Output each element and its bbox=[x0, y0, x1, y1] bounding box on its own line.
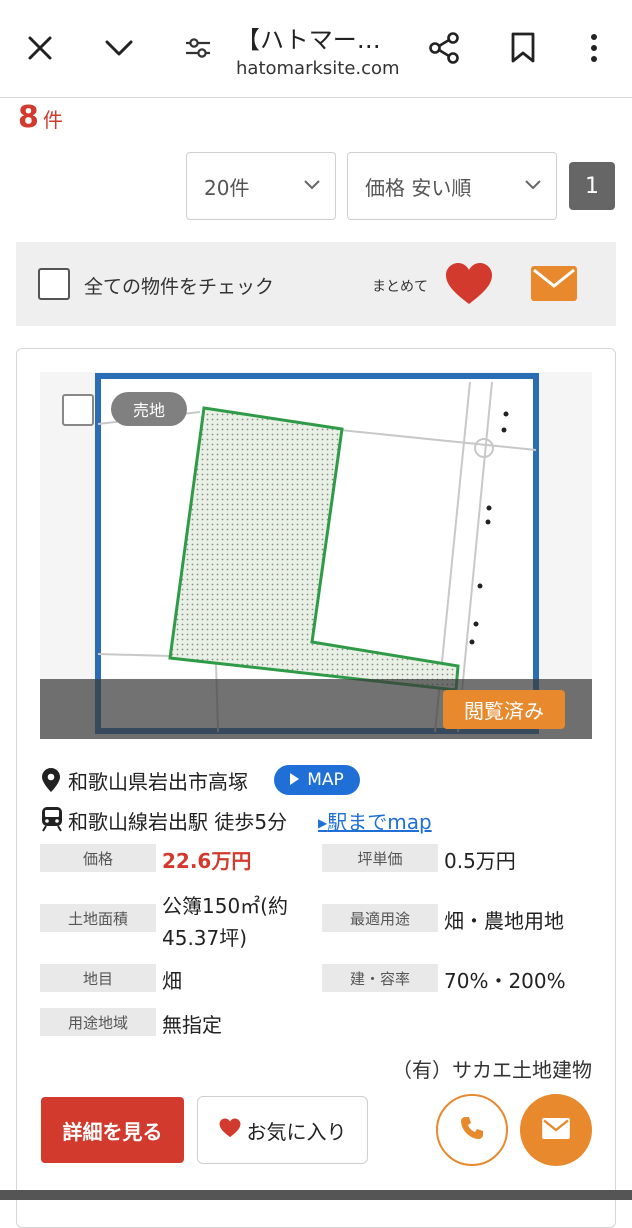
page-url[interactable]: hatomarksite.com bbox=[236, 58, 400, 79]
favorite-button[interactable]: お気に入り bbox=[197, 1096, 368, 1164]
link-triangle-icon: ▶ bbox=[318, 816, 328, 830]
sort-select[interactable]: 価格 安い順 bbox=[347, 152, 557, 220]
per-page-value: 20件 bbox=[204, 175, 250, 200]
next-card-edge bbox=[0, 1190, 632, 1200]
spec-label-zoning: 用途地域 bbox=[40, 1008, 156, 1036]
phone-button[interactable] bbox=[436, 1094, 508, 1166]
browser-toolbar: 【ハトマー… hatomarksite.com bbox=[0, 0, 632, 98]
detail-button[interactable]: 詳細を見る bbox=[41, 1097, 184, 1163]
chevron-down-icon[interactable] bbox=[99, 28, 139, 68]
more-menu-icon[interactable] bbox=[574, 28, 614, 68]
spec-value-building-ratio: 70%・200% bbox=[444, 969, 566, 993]
spec-label-land-area: 土地面積 bbox=[40, 904, 156, 932]
listing-type-badge: 売地 bbox=[111, 392, 187, 426]
result-count-number: 8 bbox=[18, 100, 39, 135]
play-triangle-icon bbox=[290, 770, 300, 790]
spec-value-unit-price: 0.5万円 bbox=[444, 849, 516, 873]
company-name: （有）サカエ土地建物 bbox=[392, 1058, 592, 1082]
phone-icon bbox=[459, 1115, 485, 1145]
viewed-badge: 閲覧済み bbox=[443, 690, 565, 729]
spec-value-land-area-tsubo: 45.37坪) bbox=[162, 926, 248, 950]
check-all-label: 全ての物件をチェック bbox=[84, 276, 275, 298]
spec-value-land-area: 公簿150㎡(約 bbox=[162, 894, 288, 918]
sort-value: 価格 安い順 bbox=[365, 175, 472, 200]
spec-label-land-category: 地目 bbox=[40, 964, 156, 992]
station-map-link-label: 駅までmap bbox=[327, 810, 432, 834]
spec-value-price: 22.6万円 bbox=[162, 849, 252, 873]
train-icon bbox=[41, 806, 63, 836]
result-count: 8件 bbox=[18, 100, 63, 135]
check-all-checkbox[interactable] bbox=[38, 268, 70, 300]
map-button[interactable]: MAP bbox=[274, 765, 360, 795]
result-count-unit: 件 bbox=[42, 108, 63, 132]
spec-value-land-category: 畑 bbox=[162, 969, 182, 993]
mail-button[interactable] bbox=[520, 1094, 592, 1166]
bookmark-icon[interactable] bbox=[503, 28, 543, 68]
page-button[interactable]: 1 bbox=[569, 162, 615, 210]
bulk-mail-icon[interactable] bbox=[531, 266, 577, 305]
per-page-select[interactable]: 20件 bbox=[186, 152, 336, 220]
bulk-label: まとめて bbox=[372, 279, 428, 295]
favorite-button-label: お気に入り bbox=[246, 1119, 347, 1144]
map-button-label: MAP bbox=[307, 770, 344, 790]
listing-checkbox[interactable] bbox=[62, 394, 94, 426]
location-pin-icon bbox=[42, 768, 60, 796]
bulk-favorite-heart-icon[interactable] bbox=[445, 262, 493, 310]
spec-label-building-ratio: 建・容率 bbox=[322, 964, 438, 992]
spec-value-use: 畑・農地用地 bbox=[444, 909, 564, 933]
spec-label-use: 最適用途 bbox=[322, 904, 438, 932]
share-icon[interactable] bbox=[424, 28, 464, 68]
location-text: 和歌山県岩出市高塚 bbox=[68, 770, 248, 794]
spec-label-price: 価格 bbox=[40, 844, 156, 872]
spec-value-zoning: 無指定 bbox=[162, 1013, 222, 1037]
page-settings-icon[interactable] bbox=[178, 28, 218, 68]
close-icon[interactable] bbox=[20, 28, 60, 68]
chevron-down-icon bbox=[304, 180, 320, 190]
heart-icon bbox=[219, 1117, 241, 1143]
mail-icon bbox=[542, 1117, 570, 1143]
page-title: 【ハトマー… bbox=[236, 26, 381, 54]
station-text: 和歌山線岩出駅 徒歩5分 bbox=[68, 810, 288, 834]
station-map-link[interactable]: ▶駅までmap bbox=[318, 806, 432, 835]
chevron-down-icon bbox=[525, 180, 541, 190]
spec-label-unit-price: 坪単価 bbox=[322, 844, 438, 872]
